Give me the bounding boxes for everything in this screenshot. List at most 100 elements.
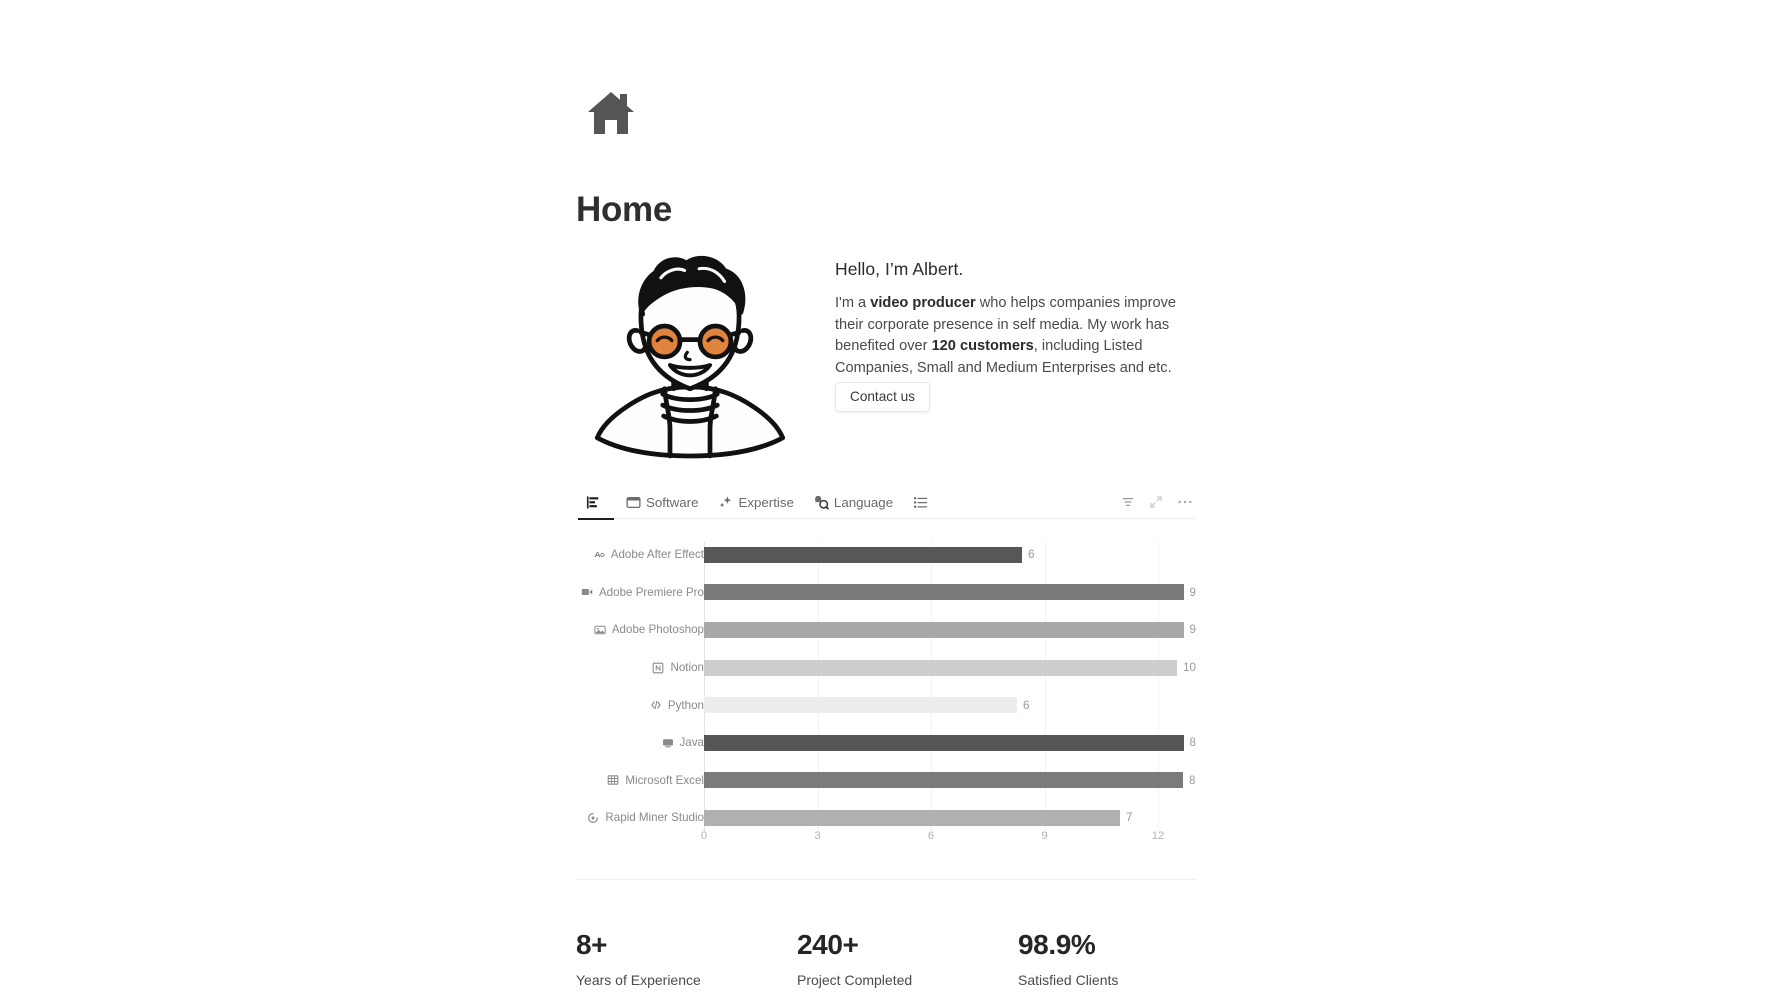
translate-icon (814, 495, 829, 510)
contact-us-button[interactable]: Contact us (835, 382, 930, 412)
bar-chart-icon (586, 495, 601, 510)
chart-plot-area: Adobe After Effect 6 Adobe Premiere Pro 9 Ad… (576, 536, 1196, 832)
python-icon (650, 699, 662, 711)
bar[interactable] (704, 584, 1184, 601)
chart-bar-row[interactable]: Microsoft Excel 8 (576, 762, 1196, 800)
expand-icon[interactable] (1149, 495, 1163, 509)
bar-track: 9 (704, 574, 1196, 612)
stats-section: 8+ Years of Experience 240+ Project Complet… (576, 928, 1196, 988)
tabbar-tools (1121, 485, 1193, 519)
chart-bar-row[interactable]: Adobe After Effect 6 (576, 536, 1196, 574)
chart-bar-row[interactable]: Adobe Premiere Pro 9 (576, 574, 1196, 612)
after-effects-icon (593, 549, 605, 561)
para-bold-role: video producer (870, 295, 976, 311)
stat-item: 8+ Years of Experience (576, 928, 797, 988)
tab-label: Language (833, 494, 894, 510)
rapidminer-icon (587, 812, 599, 824)
bar-value-label: 9 (1189, 585, 1196, 599)
tab-label: Software (646, 494, 699, 510)
tab-software[interactable]: Software (616, 485, 708, 519)
stat-value: 8+ (576, 929, 608, 960)
bar-track: 9 (704, 611, 1196, 649)
premiere-pro-icon (581, 586, 593, 598)
bar-value-label: 8 (1189, 773, 1196, 787)
hero-paragraph: I'm a video producer who helps companies… (835, 293, 1207, 379)
tab-label: Expertise (738, 494, 794, 510)
bar-category-text: Python (667, 698, 704, 712)
bar-category-text: Adobe Premiere Pro (598, 585, 704, 599)
java-icon (662, 737, 674, 749)
bar-category-label: Python (576, 699, 704, 712)
skills-bar-chart: Adobe After Effect 6 Adobe Premiere Pro 9 Ad… (576, 530, 1196, 880)
bar[interactable] (704, 697, 1017, 714)
page-root: Home Hello, I’m Albert. I'm a video prod… (0, 0, 1776, 999)
bar-category-label: Java (576, 736, 704, 749)
bar[interactable] (704, 659, 1178, 676)
page-title: Home (576, 190, 673, 229)
bar[interactable] (704, 734, 1184, 751)
chart-bar-row[interactable]: Notion 10 (576, 649, 1196, 687)
photoshop-icon (594, 624, 606, 636)
tab-language[interactable]: Language (804, 485, 903, 519)
bar-category-text: Microsoft Excel (625, 773, 704, 787)
chart-bar-row[interactable]: Python 6 (576, 686, 1196, 724)
bar-value-label: 8 (1189, 736, 1196, 750)
tab-expertise[interactable]: Expertise (708, 485, 803, 519)
chart-bar-row[interactable]: Adobe Photoshop 9 (576, 611, 1196, 649)
axis-tick-label: 3 (814, 830, 821, 842)
tab-bar-chart-view[interactable] (576, 485, 616, 520)
axis-tick-label: 6 (927, 830, 935, 842)
stat-label: Years of Experience (576, 972, 701, 988)
bar[interactable] (704, 546, 1022, 563)
bar-category-label: Microsoft Excel (576, 774, 704, 787)
home-icon[interactable] (583, 85, 643, 145)
bar-category-text: Notion (670, 661, 704, 675)
bar-value-label: 7 (1126, 811, 1133, 825)
tabbar: Software Expertise Language (576, 485, 1196, 520)
chart-bars: Adobe After Effect 6 Adobe Premiere Pro 9 Ad… (576, 536, 1196, 837)
bar-value-label: 6 (1023, 698, 1030, 712)
stat-item: 240+ Project Completed (797, 928, 1018, 988)
bar-track: 6 (704, 686, 1196, 724)
bar-category-label: Notion (576, 661, 704, 674)
bar-track: 8 (704, 724, 1196, 762)
bar[interactable] (704, 621, 1184, 638)
stat-label: Satisfied Clients (1018, 972, 1119, 988)
more-options-icon[interactable] (1177, 495, 1193, 509)
hero-heading: Hello, I’m Albert. (835, 259, 964, 279)
bar-track: 8 (704, 762, 1196, 800)
bar-category-label: Adobe After Effect (576, 548, 704, 561)
excel-icon (607, 774, 619, 786)
bar-category-label: Adobe Photoshop (576, 623, 704, 636)
bar-value-label: 9 (1189, 623, 1196, 637)
axis-tick-label: 9 (1041, 830, 1048, 842)
para-text-1: I'm a (835, 295, 871, 311)
tab-list-view[interactable] (903, 485, 943, 519)
stat-item: 98.9% Satisfied Clients (1018, 928, 1118, 988)
bar-value-label: 10 (1183, 661, 1196, 675)
chart-bar-row[interactable]: Java 8 (576, 724, 1196, 762)
hero-text: Hello, I’m Albert. I'm a video producer … (835, 259, 1207, 379)
hero-section: Hello, I’m Albert. I'm a video producer … (576, 250, 1196, 475)
sparkle-icon (718, 495, 733, 510)
bar-category-text: Java (679, 736, 705, 750)
bar[interactable] (704, 809, 1120, 826)
axis-tick-label: 12 (1151, 830, 1165, 842)
stat-label: Project Completed (797, 972, 913, 988)
bar-category-label: Rapid Miner Studio (576, 811, 704, 824)
bar-track: 6 (704, 536, 1196, 574)
bar-track: 10 (704, 649, 1196, 687)
list-view-icon (913, 495, 928, 510)
window-icon (626, 495, 641, 510)
chart-x-axis: 0 3 6 9 12 (700, 830, 1196, 852)
bar[interactable] (704, 772, 1183, 789)
axis-tick-label: 0 (700, 830, 708, 842)
tabbar-tabs: Software Expertise Language (576, 485, 943, 520)
bar-value-label: 6 (1028, 548, 1035, 562)
filter-icon[interactable] (1121, 495, 1135, 509)
avatar (590, 250, 790, 462)
para-bold-customers: 120 customers (931, 338, 1034, 354)
bar-category-text: Rapid Miner Studio (605, 811, 704, 825)
stat-value: 240+ (797, 929, 859, 960)
bar-category-label: Adobe Premiere Pro (576, 586, 704, 599)
